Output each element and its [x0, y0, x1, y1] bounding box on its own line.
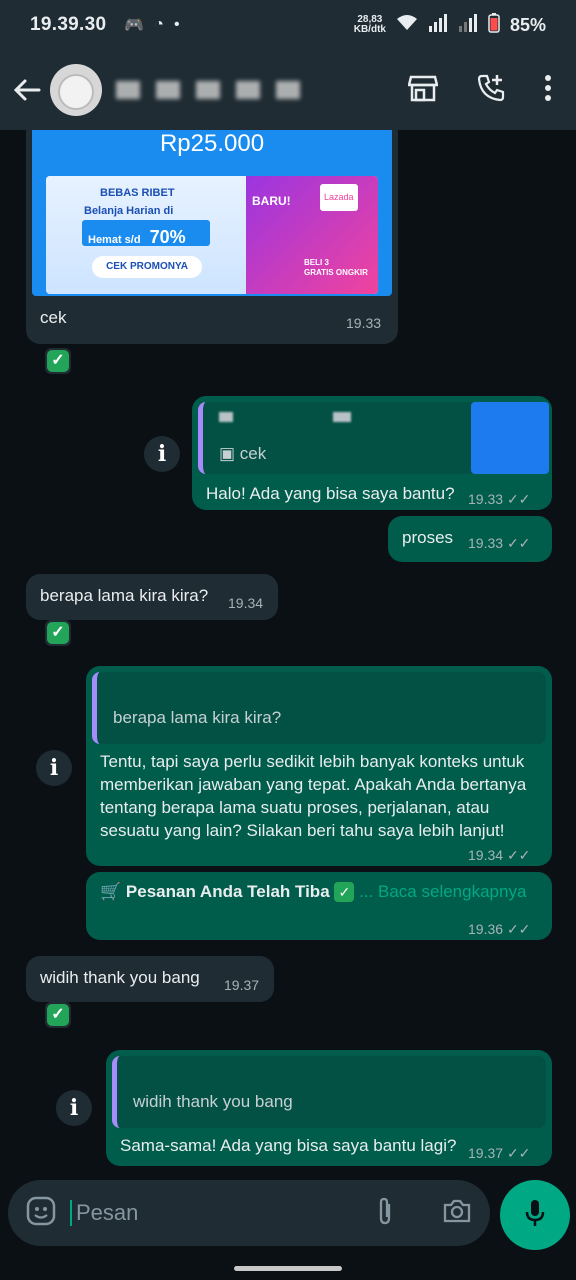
message-time: 19.34 [468, 847, 504, 863]
chat-area[interactable]: Rp25.000 BEBAS RIBET Belanja Harian di H… [0, 130, 576, 1175]
incoming-message[interactable]: berapa lama kira kira? 19.34 [26, 574, 278, 620]
signal-icon [428, 13, 448, 37]
read-ticks-icon: ✓✓ [506, 847, 531, 863]
check-mark-icon: ✓ [334, 882, 355, 902]
message-time: 19.37 [468, 1145, 504, 1161]
avatar[interactable] [50, 64, 102, 116]
message-time: 19.34 [228, 595, 264, 611]
message-time: 19.33 [468, 535, 504, 551]
dot-icon: • [173, 16, 180, 33]
message-input[interactable]: Pesan [70, 1200, 138, 1226]
home-indicator[interactable] [234, 1266, 342, 1271]
more-vert-icon[interactable] [544, 74, 552, 106]
status-time: 19.39.30 [30, 14, 107, 35]
message-time: 19.33 [346, 315, 382, 331]
attach-icon[interactable] [374, 1196, 396, 1231]
quoted-message[interactable]: ▣ cek [198, 402, 549, 474]
quoted-message[interactable]: widih thank you bang [112, 1056, 546, 1128]
status-bar: 19.39.30 🎮 ◔ • 28,83 KB/dtk 85% [0, 0, 576, 50]
back-arrow-icon[interactable] [10, 73, 44, 107]
incoming-message[interactable]: widih thank you bang 19.37 [26, 956, 274, 1002]
info-icon[interactable]: i [56, 1090, 92, 1126]
read-more-link[interactable]: ... Baca selengkapnya [359, 882, 526, 901]
read-ticks-icon: ✓✓ [506, 491, 531, 507]
read-ticks-icon: ✓✓ [506, 535, 531, 551]
promo-amount: Rp25.000 [159, 130, 265, 157]
incoming-message-promo[interactable]: Rp25.000 BEBAS RIBET Belanja Harian di H… [26, 130, 398, 344]
sticker-icon[interactable] [26, 1196, 56, 1231]
network-speed: 28,83 KB/dtk [353, 14, 386, 35]
quoted-thumbnail [471, 402, 549, 474]
reaction-check-icon[interactable]: ✓ [45, 1002, 71, 1028]
promo-image[interactable]: Rp25.000 BEBAS RIBET Belanja Harian di H… [32, 130, 392, 296]
contact-name-redacted[interactable] [116, 81, 300, 99]
cek-promonya-button[interactable]: CEK PROMONYA [92, 256, 202, 278]
camera-icon[interactable] [442, 1198, 472, 1229]
speedometer-icon: ◔ [154, 16, 164, 33]
mic-icon [524, 1198, 546, 1233]
outgoing-message[interactable]: 🛒 Pesanan Anda Telah Tiba ✓ ... Baca sel… [86, 872, 552, 940]
message-text: berapa lama kira kira? [40, 586, 209, 605]
message-text: Sama-sama! Ada yang bisa saya bantu lagi… [120, 1136, 457, 1155]
info-icon[interactable]: i [144, 436, 180, 472]
outgoing-message[interactable]: widih thank you bang Sama-sama! Ada yang… [106, 1050, 552, 1166]
read-ticks-icon: ✓✓ [506, 921, 531, 937]
outgoing-message[interactable]: berapa lama kira kira? Tentu, tapi saya … [86, 666, 552, 866]
message-text: cek [40, 308, 67, 327]
game-icon: 🎮 [124, 17, 145, 34]
message-input-bar[interactable]: Pesan [8, 1180, 490, 1246]
quoted-message[interactable]: berapa lama kira kira? [92, 672, 546, 744]
message-text: Tentu, tapi saya perlu sedikit lebih ban… [100, 752, 527, 840]
read-ticks-icon: ✓✓ [506, 1145, 531, 1161]
reaction-check-icon[interactable]: ✓ [45, 348, 71, 374]
outgoing-message[interactable]: proses 19.33 ✓✓ [388, 516, 552, 562]
message-text: widih thank you bang [40, 968, 200, 987]
message-text: Halo! Ada yang bisa saya bantu? [206, 484, 455, 503]
image-icon: ▣ [219, 444, 236, 463]
message-time: 19.33 [468, 491, 504, 507]
chat-header [0, 50, 576, 130]
signal-2-icon [458, 13, 478, 37]
store-icon[interactable] [407, 74, 439, 107]
reaction-check-icon[interactable]: ✓ [45, 620, 71, 646]
message-text: proses [402, 528, 454, 547]
wifi-icon [396, 14, 418, 37]
message-time: 19.36 [468, 921, 504, 937]
battery-icon [488, 12, 500, 38]
cart-icon: 🛒 [100, 882, 122, 901]
battery-percent: 85% [509, 14, 546, 35]
info-icon[interactable]: i [36, 750, 72, 786]
mic-button[interactable] [500, 1180, 570, 1250]
add-call-icon[interactable] [476, 73, 506, 108]
outgoing-message[interactable]: ▣ cek Halo! Ada yang bisa saya bantu? 19… [192, 396, 552, 510]
message-time: 19.37 [224, 977, 260, 993]
